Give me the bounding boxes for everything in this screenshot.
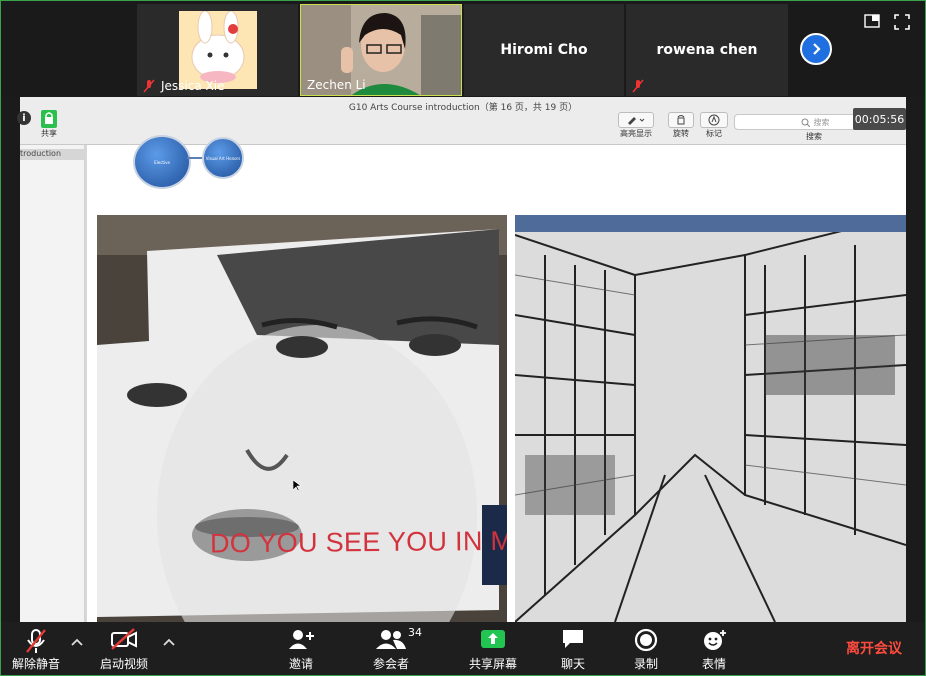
sidebar-item-selected[interactable]: troduction: [20, 149, 84, 160]
share-button[interactable]: 共享: [38, 110, 60, 139]
participant-tile-hiromi[interactable]: Hiromi Cho: [464, 4, 624, 96]
video-options-caret[interactable]: [163, 636, 175, 649]
record-button[interactable]: 录制: [624, 622, 668, 676]
share-screen-icon: [481, 630, 505, 648]
rotate-icon: [677, 115, 685, 125]
muted-mic-icon: [26, 629, 46, 653]
highlighter-icon: [628, 117, 645, 125]
invite-button[interactable]: 邀请: [276, 622, 326, 676]
participant-strip: Jessica Xie Zechen Li Hiromi Cho rowena …: [0, 0, 926, 97]
record-icon: [634, 628, 658, 652]
gallery-view-icon[interactable]: [864, 14, 880, 28]
info-icon[interactable]: i: [17, 111, 31, 125]
participants-icon: [376, 630, 406, 649]
fullscreen-icon[interactable]: [894, 14, 910, 30]
leave-meeting-button[interactable]: 离开会议: [846, 638, 902, 658]
participant-tile-rowena[interactable]: rowena chen: [626, 4, 788, 96]
chevron-up-icon: [71, 638, 83, 646]
unmute-button[interactable]: 解除静音: [6, 622, 66, 676]
top-right-controls: [864, 14, 910, 30]
participant-name: rowena chen: [656, 42, 758, 58]
slide-header-bar: [515, 215, 906, 232]
city-sketch-drawing: [515, 215, 906, 622]
chevron-up-icon: [163, 638, 175, 646]
mouse-cursor-icon: [293, 480, 301, 492]
chat-button[interactable]: 聊天: [551, 622, 595, 676]
audio-options-caret[interactable]: [71, 636, 83, 649]
participant-label: Jessica Xie: [137, 76, 224, 96]
participant-tile-zechen[interactable]: Zechen Li: [300, 4, 462, 96]
page-divider: [85, 145, 87, 622]
participant-count-badge: 34: [408, 626, 422, 639]
search-icon: [801, 118, 810, 127]
shared-screen: G10 Arts Course introduction（第 16 页，共 19…: [20, 97, 906, 622]
artwork-city-sketch: [515, 215, 906, 622]
participant-tile-jessica[interactable]: Jessica Xie: [137, 4, 298, 96]
participant-name: Hiromi Cho: [500, 42, 588, 58]
chevron-right-icon: [813, 43, 821, 55]
artwork-portrait: DO YOU SEE YOU IN ME?: [97, 215, 507, 622]
participant-name: Jessica Xie: [161, 79, 225, 93]
muted-mic-icon: [143, 79, 155, 93]
reactions-button[interactable]: 表情: [692, 622, 736, 676]
participant-name: Zechen Li: [307, 78, 366, 92]
portrait-drawing: [97, 215, 507, 622]
rotate-button[interactable]: 旋转: [668, 112, 694, 139]
markup-button[interactable]: 标记: [700, 112, 728, 139]
start-video-button[interactable]: 启动视频: [94, 622, 154, 676]
video-off-icon: [111, 628, 137, 650]
muted-mic-icon: [632, 79, 644, 93]
chat-icon: [563, 630, 583, 648]
share-screen-button[interactable]: 共享屏幕: [462, 622, 524, 676]
participant-label: Zechen Li: [301, 75, 366, 95]
portrait-caption: DO YOU SEE YOU IN ME?: [209, 525, 507, 559]
thumbnail-sidebar: troduction: [20, 145, 85, 622]
bubble-connector: [187, 157, 202, 159]
meeting-controls: 解除静音 启动视频 邀请 参会者 34 共享屏幕 聊天 录制 表情 离开会议: [0, 622, 926, 676]
highlight-button[interactable]: 高亮显示: [618, 112, 654, 139]
bubble-elective: Elective: [133, 135, 191, 189]
bubble-visual-art: Visual Art Honors: [202, 137, 244, 179]
lock-share-icon: [41, 110, 57, 128]
emoji-icon: [704, 630, 726, 650]
next-page-button[interactable]: [800, 33, 832, 65]
markup-pen-icon: [708, 114, 720, 126]
meeting-timer: 00:05:56: [853, 108, 906, 130]
search-label: 搜索: [806, 132, 822, 141]
add-user-icon: [289, 630, 314, 649]
document-title: G10 Arts Course introduction（第 16 页，共 19…: [348, 103, 578, 113]
participant-label: [626, 76, 650, 96]
